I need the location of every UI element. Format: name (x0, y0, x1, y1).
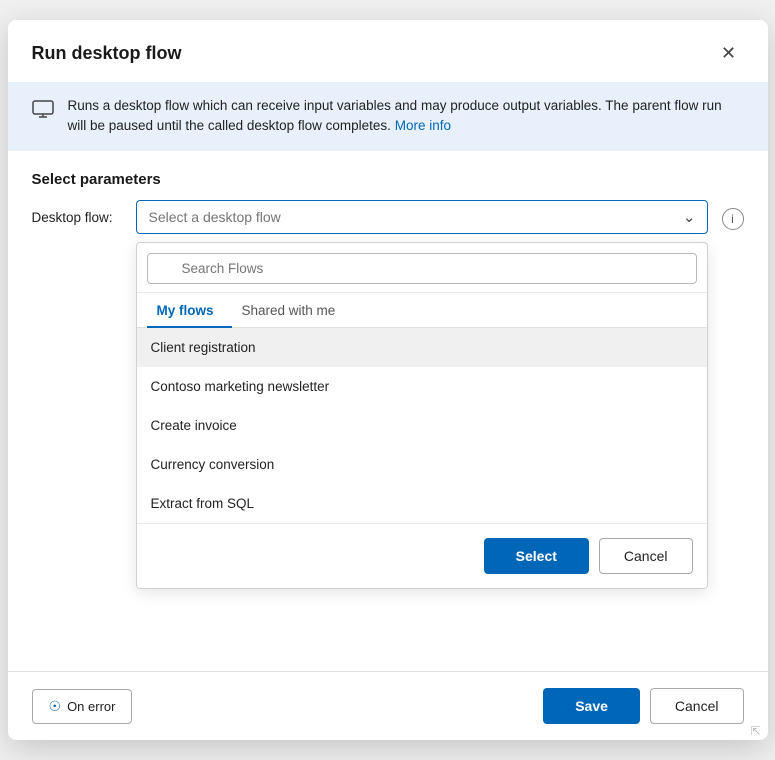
list-item[interactable]: Client registration (137, 328, 707, 367)
desktop-flow-icon (32, 98, 54, 126)
desktop-flow-input[interactable] (136, 200, 708, 234)
select-button[interactable]: Select (484, 538, 589, 574)
list-item[interactable]: Create invoice (137, 406, 707, 445)
close-button[interactable]: ✕ (714, 38, 744, 68)
select-parameters-label: Select parameters (8, 151, 768, 200)
dialog-title: Run desktop flow (32, 43, 182, 64)
tab-shared-with-me[interactable]: Shared with me (232, 293, 354, 328)
search-box-wrapper: 🔍 (137, 243, 707, 293)
dialog-content: Select parameters Desktop flow: ⌄ 🔍 (8, 151, 768, 672)
on-error-button[interactable]: ☉ On error (32, 689, 133, 724)
shield-icon: ☉ (49, 698, 62, 715)
flow-list: Client registration Contoso marketing ne… (137, 328, 707, 523)
tab-my-flows[interactable]: My flows (147, 293, 232, 328)
close-icon: ✕ (721, 43, 736, 64)
desktop-flow-form-row: Desktop flow: ⌄ 🔍 (8, 200, 768, 589)
list-item[interactable]: Extract from SQL (137, 484, 707, 523)
run-desktop-flow-dialog: Run desktop flow ✕ Runs a desktop flow w… (8, 20, 768, 740)
info-icon[interactable]: i (722, 208, 744, 230)
resize-handle[interactable]: ⇱ (751, 725, 763, 737)
list-item[interactable]: Currency conversion (137, 445, 707, 484)
dropdown-cancel-button[interactable]: Cancel (599, 538, 693, 574)
desktop-flow-dropdown-wrapper: ⌄ 🔍 My flows (136, 200, 708, 589)
dropdown-actions: Select Cancel (137, 523, 707, 588)
dialog-header: Run desktop flow ✕ (8, 20, 768, 82)
search-input[interactable] (147, 253, 697, 284)
tabs-row: My flows Shared with me (137, 293, 707, 328)
footer-right: Save Cancel (543, 688, 743, 724)
more-info-link[interactable]: More info (395, 118, 451, 133)
info-banner-text: Runs a desktop flow which can receive in… (68, 96, 744, 137)
dropdown-trigger[interactable]: ⌄ (136, 200, 708, 234)
dialog-footer: ☉ On error Save Cancel (8, 671, 768, 740)
desktop-flow-label: Desktop flow: (32, 210, 122, 225)
search-box-container: 🔍 (147, 253, 697, 284)
cancel-button[interactable]: Cancel (650, 688, 744, 724)
save-button[interactable]: Save (543, 688, 640, 724)
list-item[interactable]: Contoso marketing newsletter (137, 367, 707, 406)
dropdown-panel: 🔍 My flows Shared with me (136, 242, 708, 589)
info-banner: Runs a desktop flow which can receive in… (8, 82, 768, 151)
